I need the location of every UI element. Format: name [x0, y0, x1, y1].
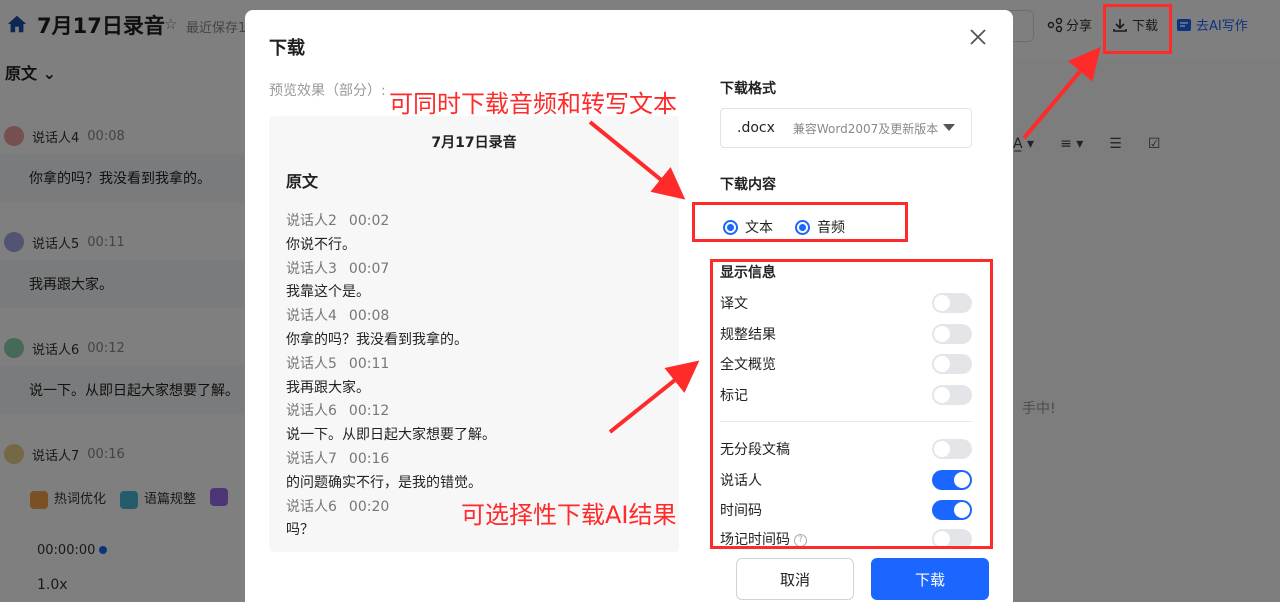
highlight-box-info — [710, 259, 993, 549]
preview-speaker-line: 说话人3 00:07 — [286, 258, 679, 282]
preview-box: 7月17日录音 原文 说话人2 00:02 你说不行。 说话人3 00:07 我靠这… — [269, 116, 679, 552]
preview-speaker-line: 说话人4 00:08 — [286, 305, 679, 329]
preview-speaker: 说话人5 — [286, 355, 337, 372]
preview-time: 00:20 — [348, 498, 390, 515]
preview-section-title: 原文 — [286, 172, 319, 191]
caret-down-icon — [943, 124, 955, 131]
preview-speaker: 说话人2 — [286, 213, 337, 229]
preview-speaker-line: 说话人7 00:16 — [286, 448, 679, 472]
content-label: 下载内容 — [720, 177, 776, 193]
annotation-text-1: 可同时下载音频和转写文本 — [389, 90, 677, 118]
preview-text-line: 我再跟大家。 — [286, 379, 370, 396]
preview-text-line: 你拿的吗？我没看到我拿的。 — [286, 331, 468, 348]
dialog-title: 下载 — [269, 38, 305, 59]
format-select[interactable]: .docx 兼容Word2007及更新版本 — [720, 108, 972, 148]
preview-label: 预览效果（部分）: — [269, 83, 386, 99]
format-description: 兼容Word2007及更新版本 — [792, 121, 939, 136]
preview-time: 00:02 — [348, 213, 390, 229]
preview-speaker: 说话人3 — [286, 260, 337, 277]
preview-speaker: 说话人6 — [286, 403, 337, 420]
preview-speaker: 说话人4 — [286, 308, 337, 325]
preview-time: 00:16 — [348, 450, 390, 467]
preview-text-line: 说一下。从即日起大家想要了解。 — [286, 427, 496, 444]
annotation-text-2: 可选择性下载AI结果 — [461, 501, 677, 529]
format-label: 下载格式 — [720, 81, 776, 97]
cancel-button[interactable]: 取消 — [736, 558, 854, 600]
highlight-box-download — [1103, 4, 1172, 54]
highlight-box-content — [692, 202, 908, 242]
preview-text-line: 你说不行。 — [286, 236, 356, 253]
preview-lines: 说话人2 00:02 你说不行。 说话人3 00:07 我靠这个是。 说话人4 00:… — [286, 210, 679, 543]
preview-text-line: 我靠这个是。 — [286, 284, 370, 301]
preview-speaker-line: 说话人6 00:12 — [286, 400, 679, 424]
preview-speaker: 说话人6 — [286, 498, 337, 515]
preview-speaker-line: 说话人5 00:11 — [286, 353, 679, 377]
preview-text-line: 的问题确实不行，是我的错觉。 — [286, 474, 482, 491]
preview-time: 00:07 — [348, 260, 390, 277]
close-icon[interactable] — [967, 26, 989, 48]
preview-time: 00:08 — [348, 308, 390, 325]
preview-speaker: 说话人7 — [286, 450, 337, 467]
format-value: .docx — [737, 120, 775, 136]
preview-time: 00:11 — [348, 355, 390, 372]
preview-title: 7月17日录音 — [431, 135, 517, 151]
preview-time: 00:12 — [348, 403, 390, 420]
preview-speaker-line: 说话人2 00:02 — [286, 210, 679, 234]
download-button[interactable]: 下载 — [871, 558, 989, 600]
